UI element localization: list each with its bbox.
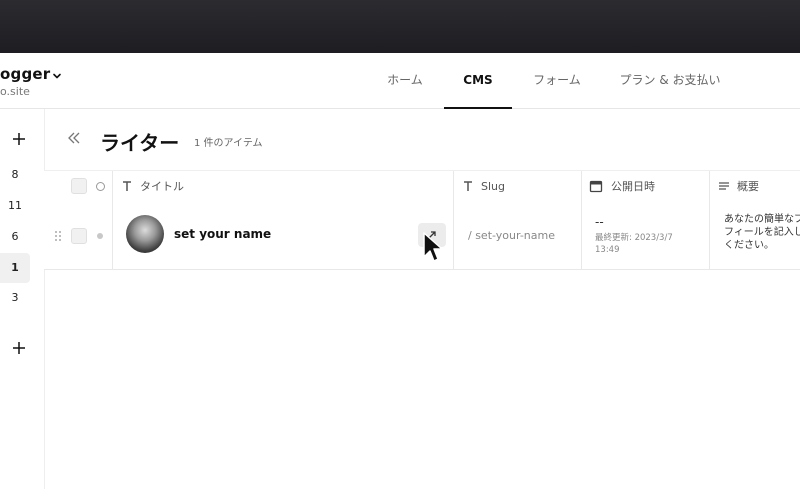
page-title: ライター — [100, 131, 180, 155]
collection-sidebar: 8 11 6 1 3 — [0, 109, 45, 489]
sidebar-item-2[interactable]: 11 — [0, 191, 30, 221]
window-top-bar — [0, 0, 800, 53]
column-header-slug[interactable]: Slug — [481, 171, 505, 202]
status-dot — [97, 233, 103, 239]
add-item-button[interactable] — [8, 337, 30, 359]
sidebar-item-5[interactable]: 3 — [0, 283, 30, 313]
double-chevron-left-icon[interactable] — [66, 130, 82, 146]
sidebar-item-1[interactable]: 8 — [0, 160, 30, 190]
column-header-published[interactable]: 公開日時 — [611, 171, 655, 202]
text-type-icon — [464, 181, 472, 191]
row-slug: / set-your-name — [468, 229, 555, 242]
item-count: 1 件のアイテム — [194, 138, 263, 149]
summary-line-2: フィールを記入し — [724, 227, 800, 238]
tab-forms[interactable]: フォーム — [523, 53, 591, 108]
text-type-icon — [123, 181, 131, 191]
avatar — [126, 215, 164, 253]
tab-cms[interactable]: CMS — [444, 53, 512, 109]
sidebar-item-3[interactable]: 6 — [0, 222, 30, 252]
summary-line-1: あなたの簡単なプ — [724, 214, 800, 225]
status-filter-icon[interactable] — [96, 182, 105, 191]
app-header: ogger o.site ホーム CMS フォーム プラン & お支払い — [0, 53, 800, 109]
chevron-down-icon[interactable] — [52, 71, 62, 81]
row-summary: あなたの簡単なプ フィールを記入し ください。 — [724, 213, 800, 252]
mouse-cursor-icon — [423, 232, 443, 262]
drag-handle-icon[interactable] — [54, 230, 62, 242]
select-all-checkbox[interactable] — [71, 178, 87, 194]
tab-plan-billing[interactable]: プラン & お支払い — [610, 53, 730, 108]
row-updated: 最終更新: 2023/3/7 13:49 — [595, 233, 673, 255]
plus-icon — [13, 133, 25, 145]
tab-home[interactable]: ホーム — [377, 53, 433, 108]
row-checkbox[interactable] — [71, 228, 87, 244]
plus-icon — [13, 342, 25, 354]
column-header-summary[interactable]: 概要 — [737, 171, 759, 202]
summary-line-3: ください。 — [724, 240, 774, 251]
column-header-title[interactable]: タイトル — [140, 171, 184, 202]
table-header: タイトル Slug 公開日時 概要 — [44, 170, 800, 203]
row-title[interactable]: set your name — [174, 227, 271, 241]
sidebar-item-4[interactable]: 1 — [0, 253, 30, 283]
row-published: -- — [595, 215, 604, 229]
calendar-icon — [589, 180, 603, 193]
add-collection-button[interactable] — [8, 128, 30, 150]
lines-icon — [719, 182, 729, 190]
site-domain: o.site — [0, 85, 30, 98]
site-name[interactable]: ogger — [0, 65, 50, 83]
